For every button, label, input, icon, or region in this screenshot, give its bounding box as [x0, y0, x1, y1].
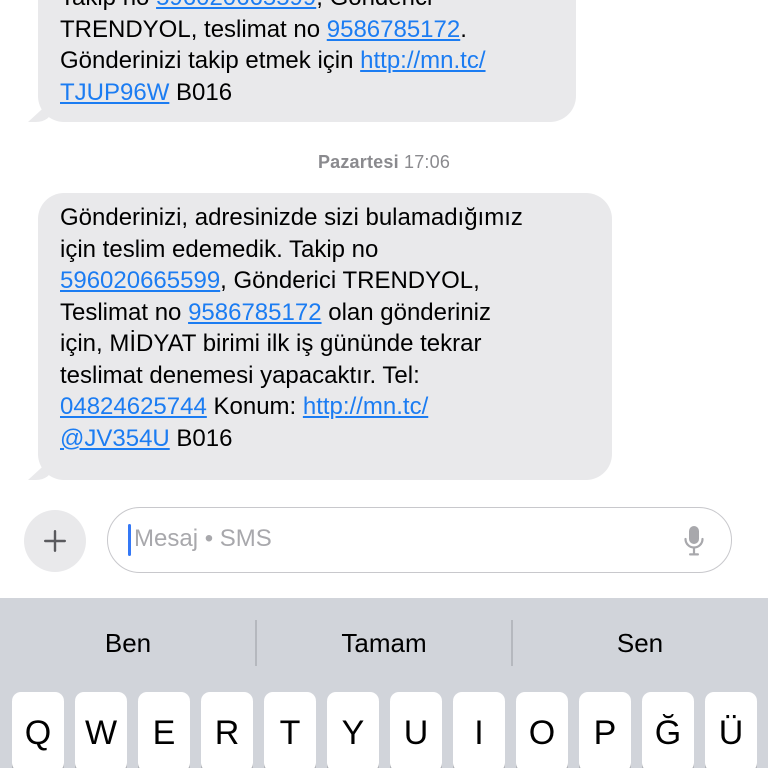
key[interactable]: Ü — [705, 692, 757, 768]
message-link[interactable]: 9586785172 — [327, 16, 460, 43]
message-link[interactable]: 596020665599 — [60, 267, 220, 294]
message-line: Teslimat no 9586785172 olan gönderiniz — [60, 297, 590, 329]
key[interactable]: Ğ — [642, 692, 694, 768]
message-text-segment: Gönderinizi takip etmek için — [60, 47, 361, 74]
message-input-placeholder: Mesaj • SMS — [134, 525, 272, 552]
message-bubble[interactable]: Gönderinizi, adresinizde sizi bulamadığı… — [28, 193, 612, 480]
message-timestamp: Pazartesi 17:06 — [0, 152, 768, 173]
timestamp-day: Pazartesi — [317, 152, 399, 172]
key[interactable]: U — [390, 692, 442, 768]
bubble-tail — [28, 458, 52, 480]
message-line: @JV354U B016 — [60, 423, 590, 455]
message-line: teslimat denemesi yapacaktır. Tel: — [60, 360, 590, 392]
quicktype-suggestions: Ben Tamam Sen — [0, 598, 768, 690]
message-text-segment: için, MİDYAT birimi ilk iş gününde tekra… — [60, 330, 482, 357]
message-line: TJUP96W B016 — [60, 77, 554, 109]
message-link[interactable]: http://mn.tc/ — [360, 47, 485, 74]
key[interactable]: P — [579, 692, 631, 768]
suggestion-item[interactable]: Tamam — [256, 628, 512, 659]
bubble-tail — [28, 100, 52, 122]
key[interactable]: I — [453, 692, 505, 768]
key[interactable]: O — [516, 692, 568, 768]
message-text: Gönderinizi, adresinizde sizi bulamadığı… — [60, 202, 590, 454]
message-line: Takip no 596020665599, Gönderici — [60, 0, 554, 14]
message-link[interactable]: TJUP96W — [60, 79, 169, 106]
keyboard-top-row: Q W E R T Y U I O P Ğ Ü — [0, 692, 768, 768]
message-text-segment: Teslimat no — [60, 298, 189, 326]
message-link[interactable]: 596020665599 — [156, 0, 316, 11]
message-text: Takip no 596020665599, GöndericiTRENDYOL… — [60, 0, 554, 108]
text-caret — [128, 524, 131, 556]
message-link[interactable]: http://mn.tc/ — [303, 393, 428, 420]
message-line: 596020665599, Gönderici TRENDYOL, — [60, 265, 590, 297]
message-line: TRENDYOL, teslimat no 9586785172. — [60, 14, 554, 46]
message-text-segment: TRENDYOL, teslimat no — [60, 15, 327, 43]
plus-icon — [44, 530, 66, 552]
key[interactable]: R — [201, 692, 253, 768]
message-line: Gönderinizi takip etmek için http://mn.t… — [60, 45, 554, 77]
message-text-segment: , Gönderici TRENDYOL, — [220, 267, 480, 294]
key[interactable]: W — [75, 692, 127, 768]
message-text-segment: Takip no — [60, 0, 156, 11]
message-text-segment: B016 — [169, 78, 233, 106]
message-text-segment: Gönderinizi, adresinizde sizi bulamadığı… — [60, 204, 523, 231]
message-text-segment: , Gönderici — [316, 0, 432, 11]
message-input[interactable]: Mesaj • SMS — [107, 507, 732, 573]
message-link[interactable]: 9586785172 — [188, 299, 321, 326]
microphone-icon[interactable] — [683, 525, 705, 557]
message-text-segment: Konum: — [206, 393, 303, 420]
timestamp-time: 17:06 — [404, 152, 451, 172]
message-line: için, MİDYAT birimi ilk iş gününde tekra… — [60, 328, 590, 360]
message-line: için teslim edemedik. Takip no — [60, 234, 590, 266]
message-bubble[interactable]: Takip no 596020665599, GöndericiTRENDYOL… — [28, 0, 576, 122]
key[interactable]: E — [138, 692, 190, 768]
message-line: 04824625744 Konum: http://mn.tc/ — [60, 391, 590, 423]
message-link[interactable]: @JV354U — [60, 425, 170, 452]
keyboard: Ben Tamam Sen Q W E R T Y U I O P Ğ Ü — [0, 598, 768, 768]
key[interactable]: Q — [12, 692, 64, 768]
message-text-segment: B016 — [169, 424, 233, 452]
suggestion-item[interactable]: Sen — [512, 628, 768, 659]
message-text-segment: için teslim edemedik. Takip no — [60, 235, 379, 263]
message-text-segment: . — [460, 15, 467, 43]
messages-screen: Takip no 596020665599, GöndericiTRENDYOL… — [0, 0, 768, 768]
key[interactable]: T — [264, 692, 316, 768]
key[interactable]: Y — [327, 692, 379, 768]
message-text-segment: olan gönderiniz — [321, 298, 491, 326]
suggestion-item[interactable]: Ben — [0, 628, 256, 659]
message-text-segment: teslimat denemesi yapacaktır. Tel: — [60, 361, 420, 389]
message-line: Gönderinizi, adresinizde sizi bulamadığı… — [60, 202, 590, 234]
message-link[interactable]: 04824625744 — [60, 393, 207, 420]
attach-plus-button[interactable] — [24, 510, 86, 572]
